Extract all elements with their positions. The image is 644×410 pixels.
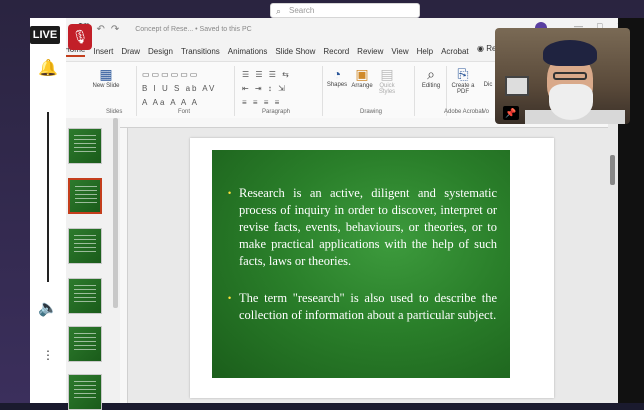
thumbnail-content (74, 135, 96, 155)
bell-icon[interactable]: 🔔 (30, 58, 66, 78)
ribbon-separator (322, 66, 323, 116)
dictate-label: Dic (483, 82, 493, 88)
indent-buttons[interactable]: ⇤ ⇥ ↕ ⇲ (242, 84, 287, 93)
thumbnail-content (75, 186, 97, 206)
search-placeholder: Search (289, 6, 315, 15)
group-font: Font (178, 109, 191, 115)
more-icon[interactable]: ⋮ (30, 348, 66, 362)
slide-thumbnails-pane (66, 118, 120, 410)
shapes-icon: ◔ (332, 66, 342, 82)
ribbon-separator (136, 66, 137, 116)
presenter-beard (549, 84, 593, 120)
editing-label: Editing (421, 83, 441, 89)
quick-styles-button[interactable]: ▤ Quick Styles (376, 66, 398, 95)
tab-transitions[interactable]: Transitions (181, 47, 220, 56)
tab-design[interactable]: Design (148, 47, 173, 56)
ribbon-separator (414, 66, 415, 116)
dictate-button[interactable]: Dic (482, 82, 494, 88)
speaker-icon[interactable]: 🔈 (30, 298, 66, 318)
document-title: Concept of Rese... • Saved to this PC (135, 25, 252, 33)
vertical-ruler (120, 128, 128, 403)
slide-thumbnail[interactable] (68, 228, 102, 264)
create-pdf-label: Create a PDF (451, 83, 475, 95)
group-voice: Vo (482, 109, 490, 115)
search-input[interactable]: ⌕ Search (270, 3, 420, 18)
volume-slider[interactable] (47, 112, 49, 282)
presenter-glasses (553, 72, 587, 80)
arrange-icon: ▣ (355, 66, 369, 82)
ribbon-separator (234, 66, 235, 116)
group-drawing: Drawing (360, 109, 383, 115)
create-pdf-button[interactable]: ⎘ Create a PDF (450, 66, 476, 95)
tab-slide-show[interactable]: Slide Show (275, 47, 315, 56)
quick-styles-label: Quick Styles (378, 83, 396, 95)
undo-icon[interactable]: ↶ (96, 24, 104, 35)
shapes-button[interactable]: ◔ Shapes (326, 66, 348, 88)
new-slide-button[interactable]: ▦ New Slide (90, 66, 122, 89)
slide-thumbnail[interactable] (68, 278, 102, 314)
present-button[interactable]: ◉ Re (477, 44, 496, 53)
slide-thumbnail[interactable] (68, 374, 102, 410)
thumbnail-content (74, 285, 96, 305)
tab-animations[interactable]: Animations (228, 47, 268, 56)
group-paragraph: Paragraph (262, 109, 291, 115)
arrange-label: Arrange (351, 83, 373, 89)
current-slide[interactable]: • Research is an active, diligent and sy… (212, 150, 510, 378)
align-buttons[interactable]: ≡ ≡ ≡ ≡ (242, 98, 281, 107)
group-slides: Slides (106, 109, 123, 115)
tab-insert[interactable]: Insert (93, 47, 113, 56)
bullet-marker: • (228, 188, 232, 198)
bullet-marker: • (228, 293, 232, 303)
presenter-webcam: 📌 (495, 28, 630, 124)
search-icon: ⌕ (427, 66, 435, 82)
thumbnail-content (74, 235, 96, 255)
thumbnail-content (74, 381, 96, 401)
arrange-button[interactable]: ▣ Arrange (350, 66, 374, 89)
slide-bullet-2[interactable]: The term "research" is also used to desc… (239, 290, 497, 324)
font-format-buttons[interactable]: B I U S ab AV (142, 84, 216, 93)
redo-icon[interactable]: ↷ (111, 24, 119, 35)
tab-record[interactable]: Record (323, 47, 349, 56)
new-slide-icon: ▦ (99, 66, 113, 82)
group-adobe-acrobat: Adobe Acrobat (444, 109, 484, 115)
editor-scrollbar[interactable] (610, 155, 615, 185)
slide-thumbnail[interactable] (68, 128, 102, 164)
tab-acrobat[interactable]: Acrobat (441, 47, 469, 56)
search-icon: ⌕ (276, 6, 282, 16)
shapes-label: Shapes (326, 82, 348, 88)
font-name-box[interactable]: ▭▭▭▭▭▭ (142, 70, 199, 79)
pin-icon[interactable]: 📌 (503, 106, 519, 120)
phone-in-hand (505, 76, 529, 96)
thumbnail-content (74, 333, 96, 353)
tab-help[interactable]: Help (417, 47, 433, 56)
live-badge: LIVE (30, 26, 60, 44)
presenter-turban (543, 40, 597, 66)
quick-styles-icon: ▤ (380, 66, 394, 82)
mic-off-icon[interactable]: 🎙 (68, 24, 92, 50)
slide-thumbnail[interactable] (68, 326, 102, 362)
slide-bullet-1[interactable]: Research is an active, diligent and syst… (239, 185, 497, 270)
pdf-icon: ⎘ (457, 66, 469, 82)
new-slide-label: New Slide (92, 83, 120, 89)
thumbnails-scrollbar[interactable] (113, 118, 118, 308)
list-buttons[interactable]: ☰ ☰ ☰ ⇆ (242, 70, 291, 79)
tab-draw[interactable]: Draw (121, 47, 140, 56)
tab-view[interactable]: View (391, 47, 408, 56)
tab-review[interactable]: Review (357, 47, 383, 56)
editing-button[interactable]: ⌕ Editing (418, 66, 444, 89)
font-color-buttons[interactable]: A Aa A A A (142, 98, 199, 107)
slide-thumbnail-selected[interactable] (68, 178, 102, 214)
